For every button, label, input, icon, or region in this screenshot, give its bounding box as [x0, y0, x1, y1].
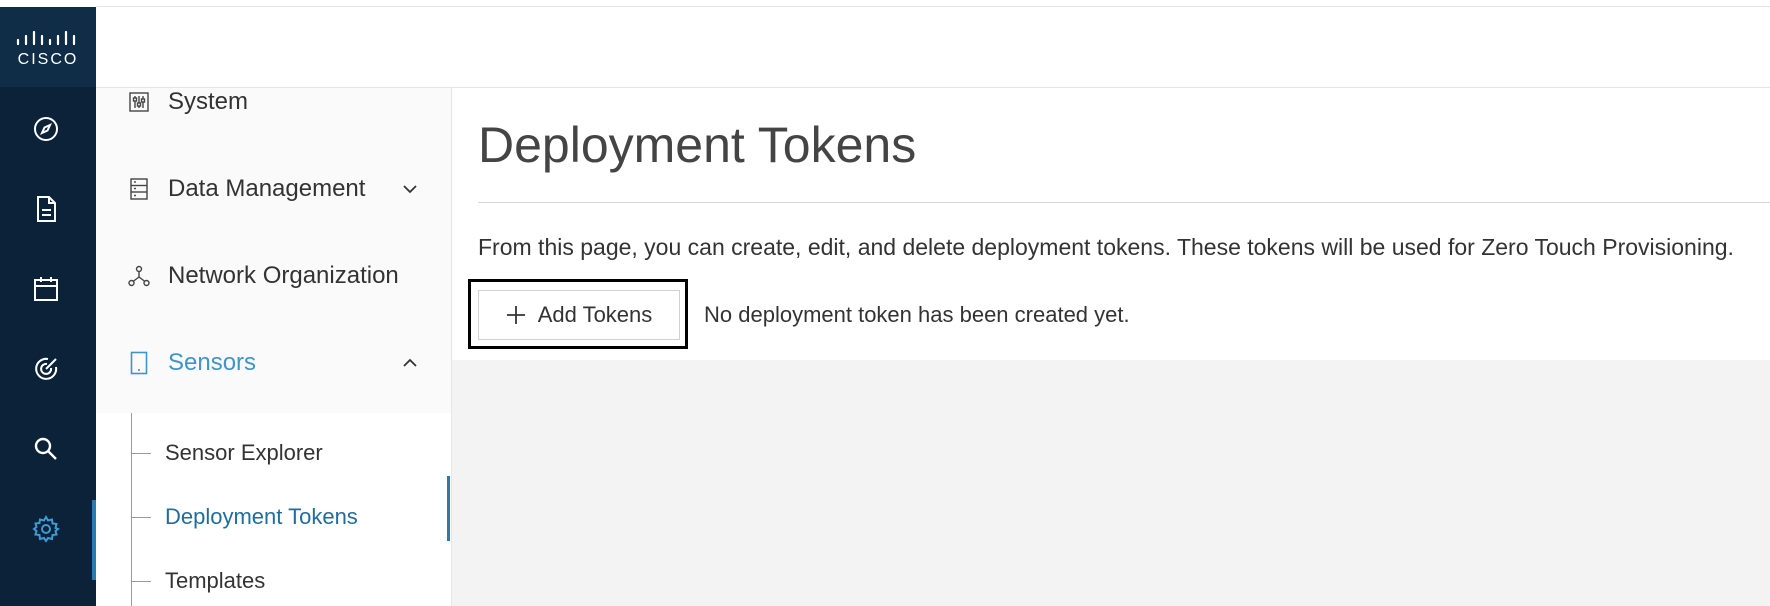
search-icon[interactable] — [28, 431, 64, 467]
subitem-sensor-explorer[interactable]: Sensor Explorer — [131, 433, 323, 473]
tree-dash — [131, 580, 151, 582]
tablet-icon — [128, 351, 150, 375]
sidebar-item-sensors[interactable]: Sensors — [96, 333, 451, 393]
chevron-down-icon[interactable] — [400, 179, 420, 199]
sub-active-indicator — [447, 476, 450, 541]
add-tokens-label: Add Tokens — [537, 302, 653, 327]
sensors-submenu: Sensor Explorer Deployment Tokens Templa… — [96, 413, 451, 606]
subitem-label: Deployment Tokens — [165, 504, 358, 529]
sidebar-item-system[interactable]: System — [96, 72, 451, 132]
subitem-deployment-tokens[interactable]: Deployment Tokens — [131, 497, 358, 537]
cisco-bars-icon — [16, 31, 76, 46]
page-title: Deployment Tokens — [478, 117, 917, 173]
cisco-logo[interactable]: CISCO — [0, 7, 96, 87]
page-description: From this page, you can create, edit, an… — [478, 234, 1734, 260]
icon-rail: CISCO — [0, 7, 96, 606]
subitem-label: Sensor Explorer — [165, 440, 323, 465]
sidebar-item-label: System — [168, 88, 249, 115]
add-tokens-button[interactable]: Add Tokens — [478, 290, 680, 340]
compass-icon[interactable] — [28, 111, 64, 147]
gear-icon[interactable] — [28, 511, 64, 547]
sidebar-item-label: Network Organization — [168, 262, 399, 289]
main-content: Deployment Tokens From this page, you ca… — [452, 88, 1770, 360]
document-icon[interactable] — [28, 191, 64, 227]
tree-dash — [131, 452, 151, 454]
content-background — [452, 360, 1770, 606]
empty-state-message: No deployment token has been created yet… — [704, 302, 1130, 327]
calendar-icon[interactable] — [28, 271, 64, 307]
logo-text: CISCO — [17, 51, 79, 68]
network-icon — [128, 265, 150, 287]
sidebar-item-data-management[interactable]: Data Management — [96, 159, 451, 219]
sidebar-nav: System Data Management Network Organizat… — [96, 88, 452, 606]
plus-icon — [506, 305, 526, 325]
subitem-templates[interactable]: Templates — [131, 561, 265, 601]
chevron-up-icon[interactable] — [400, 353, 420, 373]
sidebar-item-label: Data Management — [168, 175, 366, 202]
title-divider — [478, 202, 1770, 203]
sidebar-item-label: Sensors — [168, 349, 257, 376]
subitem-label: Templates — [165, 568, 266, 593]
sidebar-item-network-organization[interactable]: Network Organization — [96, 246, 451, 306]
target-icon[interactable] — [28, 351, 64, 387]
tree-dash — [131, 516, 151, 518]
server-icon — [128, 178, 150, 200]
sliders-icon — [128, 91, 150, 113]
